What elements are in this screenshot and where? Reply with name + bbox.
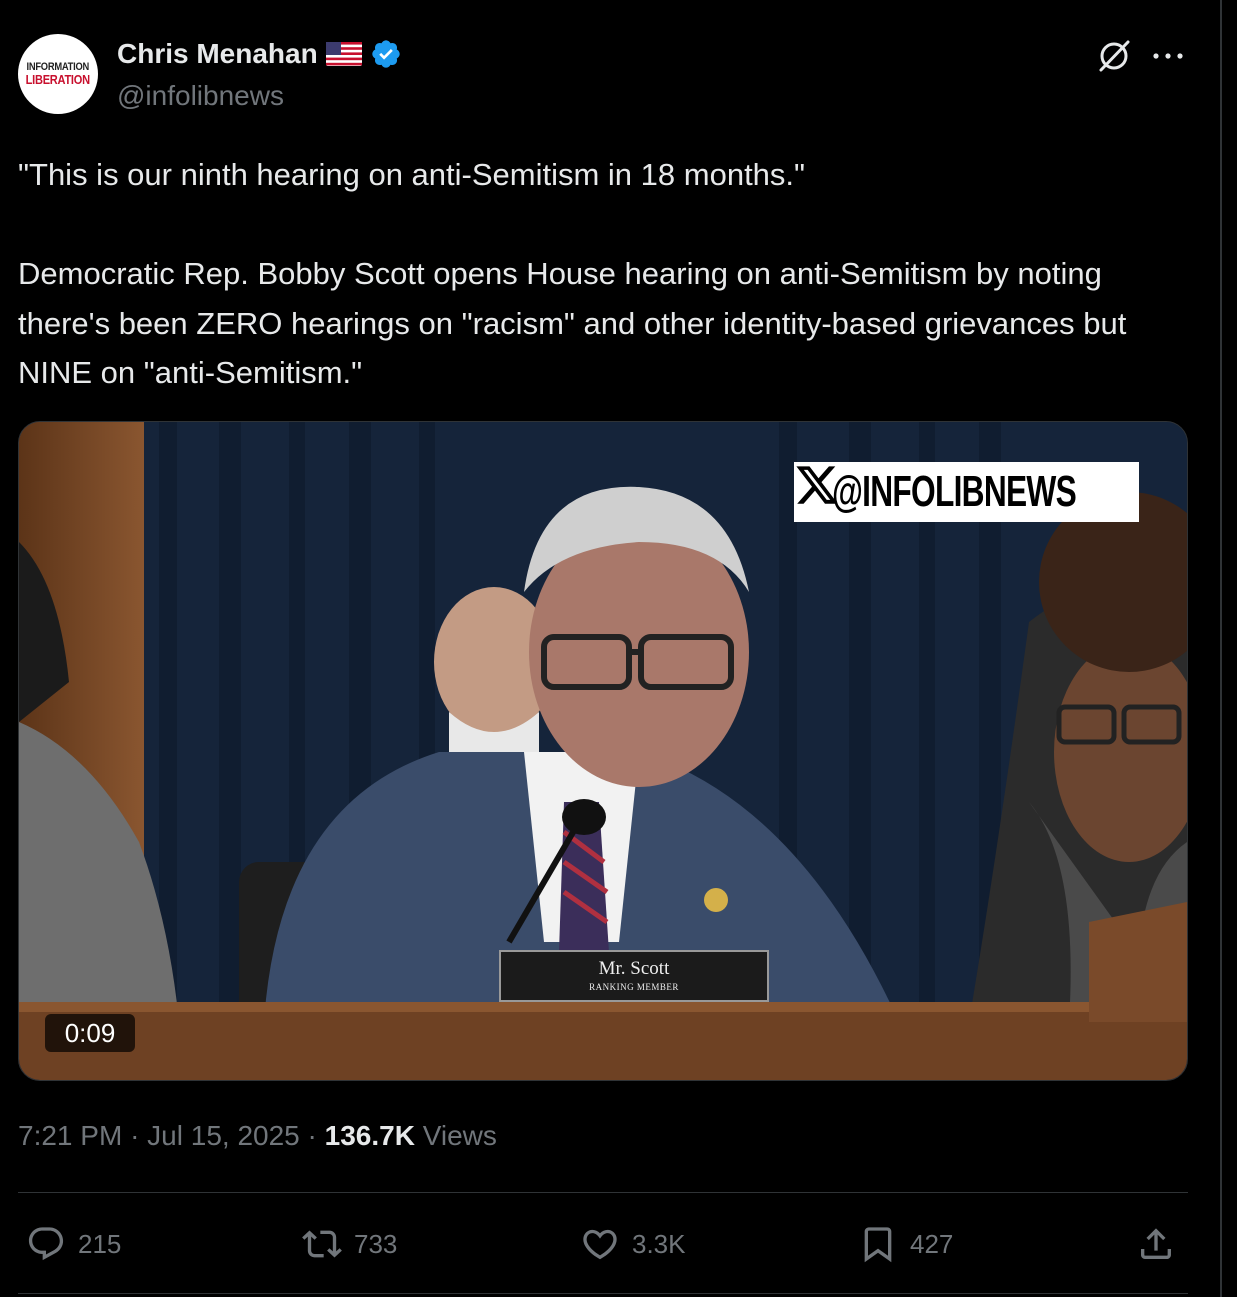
display-name[interactable]: Chris Menahan [117,38,318,70]
avatar[interactable]: INFORMATION LIBERATION [18,34,98,114]
more-icon [1153,53,1183,59]
share-icon [1141,1228,1171,1259]
repost-button[interactable]: 733 [302,1222,397,1266]
video-player[interactable]: @INFOLIBNEWS Mr. Scott RANKING MEMBER 0:… [18,421,1188,1081]
reply-button[interactable]: 215 [26,1222,121,1266]
heart-icon [583,1229,617,1260]
bookmark-button[interactable]: 427 [858,1222,953,1266]
name-row: Chris Menahan [117,38,402,70]
like-count: 3.3K [632,1228,686,1259]
tweet-text: "This is our ninth hearing on anti-Semit… [18,157,1127,390]
share-button[interactable] [1136,1222,1176,1266]
avatar-text-line2: LIBERATION [25,72,91,87]
watermark: @INFOLIBNEWS [794,462,1139,522]
grok-icon [1099,40,1130,72]
divider [18,1293,1188,1294]
nameplate-subtitle: RANKING MEMBER [589,982,679,992]
views-label: Views [422,1120,497,1151]
nameplate-title: Mr. Scott [598,958,670,979]
video-duration: 0:09 [45,1014,135,1052]
tweet-header: INFORMATION LIBERATION Chris Menahan @in… [18,34,1188,118]
post-time[interactable]: 7:21 PM [18,1120,122,1151]
reply-icon [28,1227,64,1261]
column-border [1220,0,1222,1297]
repost-count: 733 [354,1228,398,1259]
post-date[interactable]: Jul 15, 2025 [147,1120,300,1151]
verified-badge-icon[interactable] [370,38,402,70]
repost-icon [302,1230,342,1258]
grok-button[interactable] [1094,36,1134,76]
reply-count: 215 [78,1228,122,1259]
bookmark-icon [864,1227,892,1263]
like-button[interactable]: 3.3K [580,1222,686,1266]
views-count: 136.7K [324,1120,415,1151]
meta-separator: · [130,1120,140,1151]
nameplate: Mr. Scott RANKING MEMBER [499,950,769,1002]
divider [18,1192,1188,1193]
tweet-meta: 7:21 PM · Jul 15, 2025 · 136.7K Views [18,1120,497,1152]
meta-separator: · [307,1120,317,1151]
handle[interactable]: @infolibnews [117,80,284,112]
more-button[interactable] [1148,36,1188,76]
us-flag-icon [325,42,362,66]
watermark-text: @INFOLIBNEWS [832,467,1077,516]
bookmark-count: 427 [910,1228,954,1259]
